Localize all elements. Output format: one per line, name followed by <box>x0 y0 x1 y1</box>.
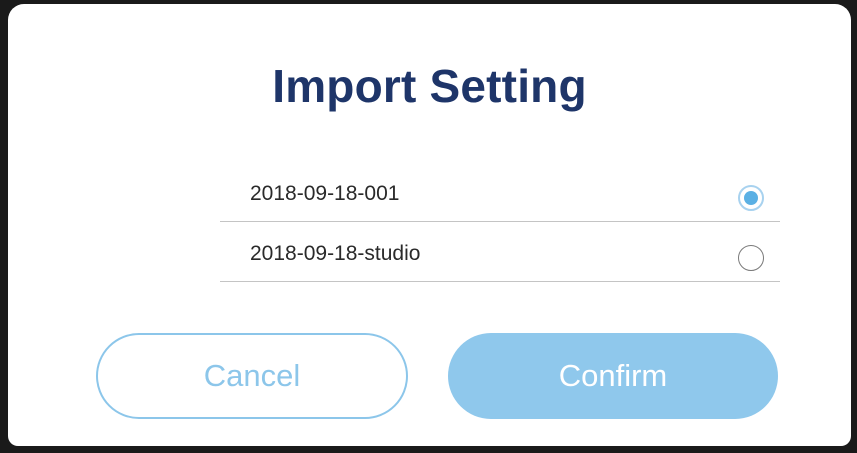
option-label: 2018-09-18-001 <box>250 182 400 205</box>
screen: Import Setting 2018-09-18-001 2018-09-18… <box>0 0 857 453</box>
import-setting-dialog: Import Setting 2018-09-18-001 2018-09-18… <box>8 4 851 446</box>
option-label: 2018-09-18-studio <box>250 242 421 265</box>
radio-checked-icon[interactable] <box>738 185 764 211</box>
option-row-2[interactable]: 2018-09-18-studio <box>220 222 780 282</box>
dialog-title: Import Setting <box>272 60 587 112</box>
radio-dot <box>744 191 758 205</box>
import-options-list: 2018-09-18-001 2018-09-18-studio <box>220 162 780 282</box>
confirm-button[interactable]: Confirm <box>448 333 778 419</box>
radio-unchecked-icon[interactable] <box>738 245 764 271</box>
option-row-1[interactable]: 2018-09-18-001 <box>220 162 780 222</box>
cancel-button[interactable]: Cancel <box>96 333 408 419</box>
